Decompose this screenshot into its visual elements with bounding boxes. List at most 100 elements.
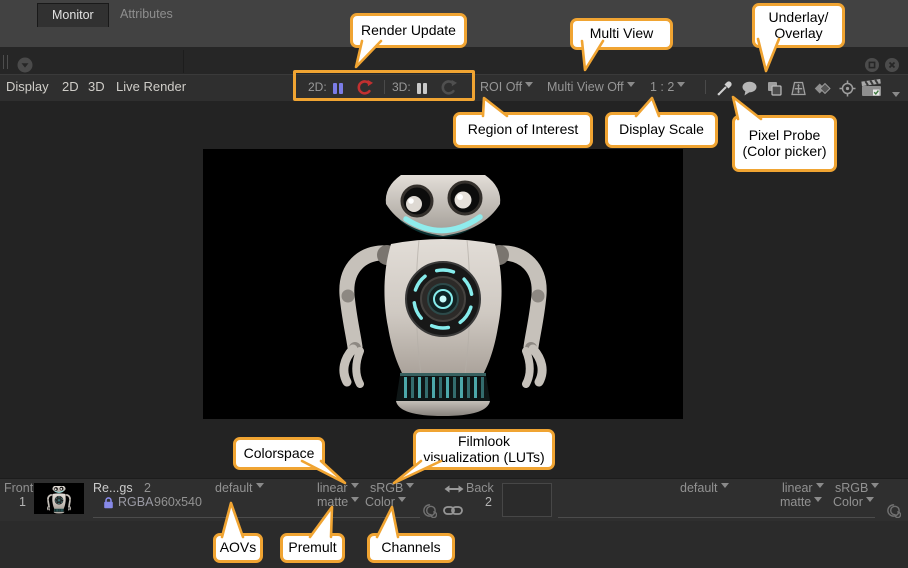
menu-3d[interactable]: 3D [88,79,105,95]
robot-render-image [203,149,683,419]
speech-bubble-icon [741,80,758,97]
dropdown-caret-icon [866,497,874,502]
front-buffer-thumbnail[interactable] [34,483,84,514]
dropdown-caret-icon [351,483,359,488]
back-lut-value: sRGB [835,481,868,495]
dropdown-caret-icon [398,497,406,502]
clapperboard-icon [861,79,883,97]
callout-premult: Premult [280,533,345,563]
keystone-move-icon [790,80,807,97]
callout-aovs: AOVs [213,533,263,563]
dropdown-caret-icon [871,483,879,488]
multi-view-dropdown[interactable]: Multi View Off [547,80,635,95]
link-buffers-button[interactable] [443,504,463,517]
spiral-icon [886,503,901,518]
layers-icon [766,80,783,97]
front-lut-value: sRGB [370,481,403,495]
back-premult-dropdown[interactable]: matte [780,495,822,509]
front-render-count: 2 [144,481,151,495]
tab-attributes[interactable]: Attributes [106,3,187,26]
front-channels-info: RGBA [118,495,153,509]
dropdown-caret-icon [351,497,359,502]
close-icon [885,58,899,72]
flipbook-dropdown[interactable] [889,84,900,102]
back-buffer-index: 2 [478,495,492,509]
dropdown-caret-icon [721,483,729,488]
back-channel-view-dropdown[interactable]: Color [833,495,874,509]
flipbook-button[interactable] [861,79,883,97]
front-buffer-index: 1 [10,495,26,509]
tab-monitor[interactable]: Monitor [37,3,109,27]
swap-arrows-icon [444,484,464,494]
front-render-name[interactable]: Re...gs [93,481,133,495]
back-aov-value: default [680,481,718,495]
separator [705,80,706,94]
close-pane-button[interactable] [885,58,899,72]
display-scale-label: 1 : 2 [650,80,674,94]
center-view-button[interactable] [839,80,856,97]
pane-menu-chevron-icon [17,57,33,73]
dropdown-caret-icon [892,92,900,97]
spiral-icon [422,503,437,518]
back-buffer-label: Back [466,481,494,495]
render-viewport[interactable] [203,149,683,419]
front-premult-value: matte [317,495,348,509]
front-aov-dropdown[interactable]: default [215,481,264,495]
robot-thumbnail-image [34,483,84,514]
dropdown-caret-icon [677,82,685,87]
front-colorspace-value: linear [317,481,348,495]
callout-display-scale: Display Scale [605,112,718,148]
multi-view-label: Multi View Off [547,80,624,94]
tab-divider [183,50,184,73]
roi-dropdown[interactable]: ROI Off [480,80,533,95]
float-pane-button[interactable] [865,58,879,72]
callout-region-of-interest: Region of Interest [453,112,593,148]
front-update-spinner[interactable] [422,503,437,518]
back-aov-dropdown[interactable]: default [680,481,729,495]
back-update-spinner[interactable] [886,503,901,518]
front-aov-value: default [215,481,253,495]
pixel-probe-button[interactable] [716,80,733,97]
crosshair-target-icon [839,80,856,97]
underlay-overlay-button[interactable] [766,80,783,97]
front-resolution: 960x540 [154,495,202,509]
front-lut-dropdown[interactable]: sRGB [370,481,414,495]
front-channel-view-value: Color [365,495,395,509]
front-channel-view-dropdown[interactable]: Color [365,495,406,509]
menu-2d[interactable]: 2D [62,79,79,95]
back-colorspace-value: linear [782,481,813,495]
comment-button[interactable] [741,80,758,97]
lock-icon[interactable] [103,496,114,509]
callout-filmlook: Filmlookvisualization (LUTs) [413,429,555,470]
front-buffer-label: Front [4,481,33,495]
render-update-highlight [293,70,475,101]
dropdown-caret-icon [816,483,824,488]
callout-colorspace: Colorspace [233,437,325,470]
back-buffer-thumbnail[interactable] [502,483,552,517]
chain-link-icon [443,504,463,517]
front-colorspace-dropdown[interactable]: linear [317,481,359,495]
menu-live-render[interactable]: Live Render [116,79,186,95]
front-premult-dropdown[interactable]: matte [317,495,359,509]
swap-front-back-button[interactable] [444,484,464,494]
back-lut-dropdown[interactable]: sRGB [835,481,879,495]
pane-drag-handle[interactable] [3,55,8,69]
compare-button[interactable] [814,80,832,97]
keystone-transform-button[interactable] [790,80,807,97]
dropdown-caret-icon [627,82,635,87]
back-underline [558,517,875,518]
callout-pixel-probe: Pixel Probe(Color picker) [732,115,837,172]
back-colorspace-dropdown[interactable]: linear [782,481,824,495]
double-diamond-icon [814,80,832,97]
callout-underlay-overlay: Underlay/Overlay [752,3,845,48]
front-underline [93,517,420,518]
callout-multi-view: Multi View [570,18,673,50]
display-scale-dropdown[interactable]: 1 : 2 [650,80,685,95]
menu-display[interactable]: Display [6,79,49,95]
eyedropper-icon [716,80,733,97]
pane-menu-button[interactable] [17,57,33,73]
dropdown-caret-icon [406,483,414,488]
float-icon [865,58,879,72]
callout-channels: Channels [367,533,455,563]
monitor-window: Monitor Attributes Display 2D 3D Live Re… [0,0,908,568]
